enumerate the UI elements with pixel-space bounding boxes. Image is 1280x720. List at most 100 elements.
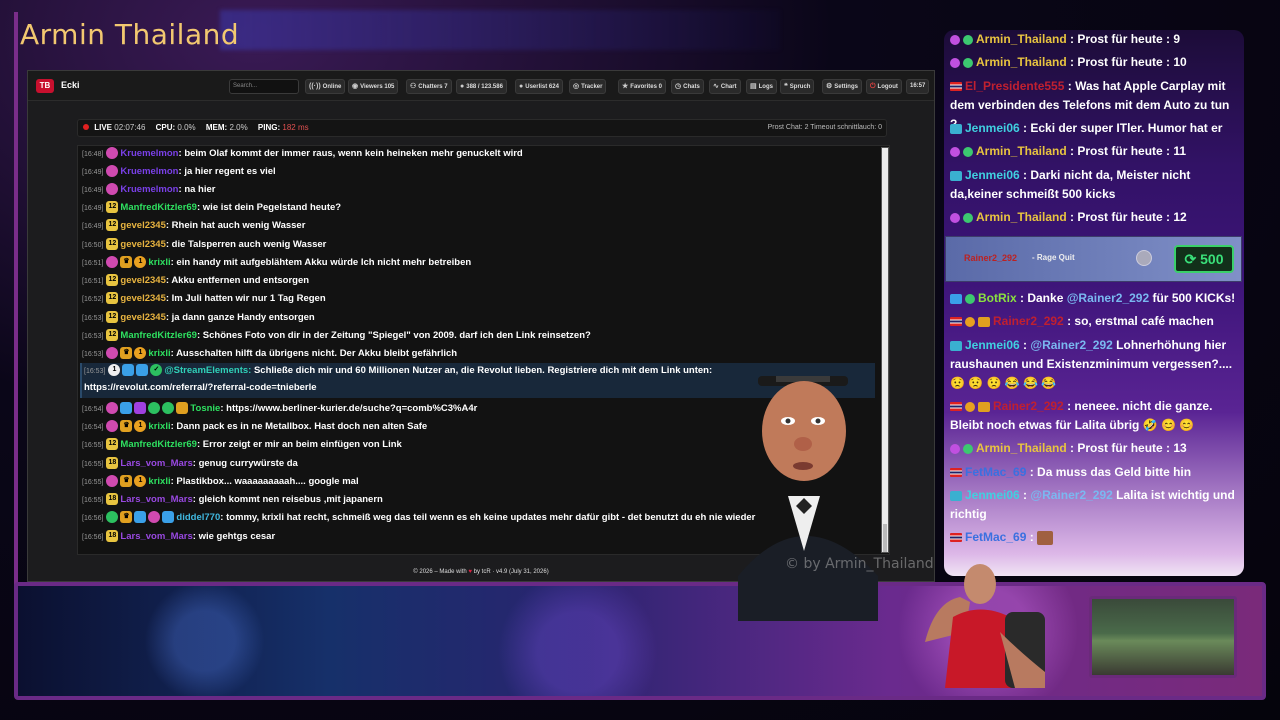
coin-badge-icon: 1 (134, 475, 147, 488)
crown-icon: ♛ (120, 256, 133, 269)
eye-icon: ◉ (352, 83, 359, 90)
pink-badge-icon (106, 347, 119, 360)
thai-flag-icon (950, 533, 962, 543)
mic-icon (950, 146, 960, 157)
kick-alert: Rainer2_292 - Rage Quit ⟳ 500 (945, 236, 1242, 282)
ping-value: 182 ms (282, 123, 309, 132)
tv-icon (950, 170, 962, 181)
chat-message: [16:53] 12 ManfredKitzler69: Schönes Foto … (82, 329, 591, 342)
favorites-button[interactable]: ★ Favorites 0 (618, 79, 666, 94)
pink-badge-icon (106, 402, 119, 415)
spruch-button[interactable]: ❝ Spruch (780, 79, 815, 94)
chat-message: [16:48] Kruemelmon: beim Olaf kommt der i… (82, 147, 523, 160)
stream-overlay: Armin Thailand TB Ecki Search... ((·)) On… (0, 0, 1280, 720)
user-icon: ● (519, 83, 524, 90)
chat-message: [16:50] 12 gevel2345: die Talsperren auch … (82, 238, 327, 251)
verified-icon (963, 57, 973, 68)
thai-flag-icon (950, 402, 962, 412)
online-button[interactable]: ((·)) Online (305, 79, 346, 94)
chat-bubble-icon: ● (460, 83, 465, 90)
chat-message: [16:55] 12 ManfredKitzler69: Error zeigt e… (82, 438, 402, 451)
thai-flag-icon (950, 317, 962, 327)
verified-icon (963, 212, 973, 223)
chart-icon: ∿ (713, 83, 719, 90)
thai-flag-icon (950, 82, 962, 92)
coin-icon (965, 401, 975, 412)
chatters-button[interactable]: ⚇ Chatters 7 (406, 79, 452, 94)
cpu-label: CPU: (155, 123, 176, 132)
navbar: TB Ecki Search... ((·)) Online ◉ Viewers 1… (28, 71, 934, 101)
chats-button[interactable]: ◷ Chats (671, 79, 704, 94)
crown-icon: ♛ (120, 475, 133, 488)
pink-badge-icon (106, 183, 119, 196)
settings-button[interactable]: ⚙ Settings (822, 79, 862, 94)
mem-label: MEM: (205, 123, 228, 132)
userlist-button[interactable]: ● Userlist 624 (515, 79, 563, 94)
sub-badge-icon: 12 (106, 292, 119, 305)
chat-message: [16:56] ♛ diddel770: tommy, krixli hat rec… (82, 511, 756, 524)
sub-badge-icon: 12 (106, 238, 119, 251)
mic-icon (950, 34, 960, 45)
pink-badge-icon (106, 165, 119, 178)
overlay-frame-bottom (14, 582, 1266, 700)
chat-message: [16:51] ♛ 1 krixli: ein handy mit aufgebläh… (82, 256, 472, 269)
bot-badge-icon (162, 511, 175, 524)
messages-button[interactable]: ● 388 / 123.586 (456, 79, 507, 94)
mic-icon (950, 57, 960, 68)
logout-button[interactable]: ⏻ Logout (866, 79, 902, 94)
overlay-message: Jenmei06 : Ecki der super ITler. Humor h… (950, 119, 1240, 138)
viewers-button[interactable]: ◉ Viewers 105 (348, 79, 399, 94)
kick-amount: ⟳ 500 (1174, 245, 1234, 273)
coin-badge-icon: 1 (134, 256, 147, 269)
gear-icon: ⚙ (826, 83, 833, 90)
app-logo[interactable]: TB (36, 79, 54, 93)
clock-icon: ◷ (675, 83, 682, 90)
tv-icon (950, 490, 962, 501)
search-input[interactable]: Search... (229, 79, 299, 94)
gift-badge-icon (162, 402, 175, 415)
sub-badge-icon: 18 (106, 530, 119, 543)
sub-badge-icon: 12 (106, 219, 119, 232)
coin-badge-icon: 1 (134, 420, 147, 433)
overlay-message: Jenmei06 : @Rainer2_292 Lalita ist wicht… (950, 488, 1235, 521)
status-right: Prost Chat: 2 Timeout schnittlauch: 0 (767, 124, 882, 131)
chart-button[interactable]: ∿ Chart (709, 79, 741, 94)
overlay-message: Armin_Thailand : Prost für heute : 11 (950, 142, 1240, 161)
sub-badge-icon: 12 (106, 201, 119, 214)
chat-message: [16:49] 12 gevel2345: Rhein hat auch wenig… (82, 219, 306, 232)
tracker-icon: ◎ (573, 83, 580, 90)
logs-icon: ▤ (750, 83, 757, 90)
overlay-message: BotRix : Danke @Rainer2_292 für 500 KICK… (950, 289, 1240, 308)
tracker-button[interactable]: ◎ Tracker (569, 79, 607, 94)
top-hat-avatar (738, 376, 878, 621)
pink-badge-icon (106, 475, 119, 488)
overlay-message: Armin_Thailand : Prost für heute : 9 (950, 30, 1240, 49)
chat-message: [16:49] Kruemelmon: na hier (82, 183, 216, 196)
chat-message: [16:49] 12 ManfredKitzler69: wie ist dein … (82, 201, 342, 214)
check-badge-icon: ✓ (150, 364, 163, 377)
verified-icon (963, 443, 973, 454)
brand-name[interactable]: Ecki (61, 80, 80, 90)
users-icon: ⚇ (410, 83, 417, 90)
sub-badge-icon: 12 (106, 274, 119, 287)
overlay-message: Jenmei06 : @Rainer2_292 Lohnerhöhung hie… (950, 338, 1233, 390)
verified-icon (963, 146, 973, 157)
stream-chat-overlay: Armin_Thailand : Prost für heute : 9 Arm… (944, 30, 1244, 576)
mic-icon (950, 212, 960, 223)
tv-icon (950, 123, 962, 134)
sub-badge-icon: 18 (106, 457, 119, 470)
emote-image (1037, 530, 1054, 545)
logs-button[interactable]: ▤ Logs (746, 79, 777, 94)
bot-icon (950, 293, 962, 304)
sub-badge-icon: 12 (106, 438, 119, 451)
coin-icon (1136, 250, 1152, 266)
crown-icon: ♛ (120, 347, 133, 360)
overlay-message: Armin_Thailand : Prost für heute : 13 (950, 439, 1240, 458)
chat-message: [16:55] ♛ 1 krixli: Plastikbox... waaaaaaaa… (82, 475, 359, 488)
pink-badge-icon (106, 147, 119, 160)
chat-message: [16:53] ♛ 1 krixli: Ausschalten hilft da üb… (82, 347, 458, 360)
online-icon: ((·)) (309, 83, 321, 90)
overlay-message: FetMac_69 : (950, 528, 1240, 547)
mic-icon (950, 443, 960, 454)
crown-icon (978, 316, 990, 327)
